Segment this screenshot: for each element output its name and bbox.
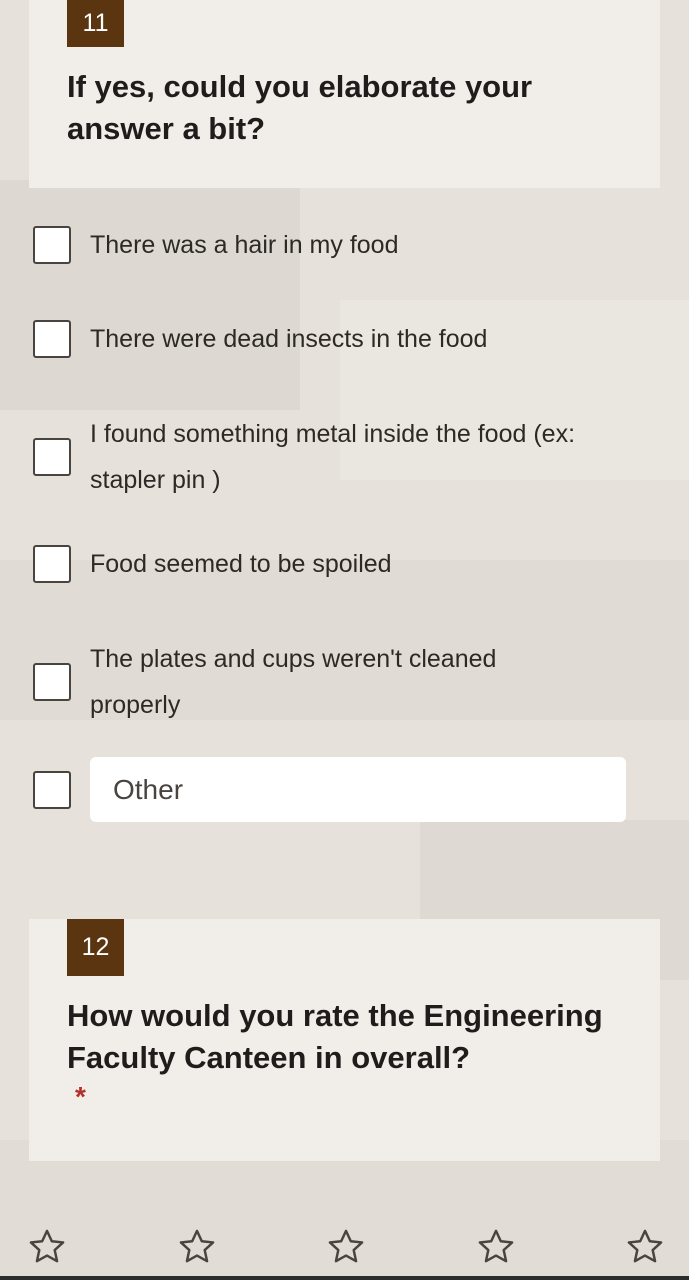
star-icon[interactable] — [325, 1226, 367, 1268]
checkbox[interactable] — [33, 663, 71, 701]
option-label: The plates and cups weren't cleaned prop… — [90, 645, 497, 719]
checkbox[interactable] — [33, 545, 71, 583]
checkbox[interactable] — [33, 320, 71, 358]
option-label: There were dead insects in the food — [90, 325, 488, 353]
option-label: I found something metal inside the food … — [90, 420, 576, 494]
star-icon[interactable] — [475, 1226, 517, 1268]
question-number-badge: 11 — [67, 0, 124, 47]
required-asterisk: * — [75, 1081, 86, 1112]
option-dead-insects[interactable]: There were dead insects in the food — [33, 316, 649, 362]
question-number-badge: 12 — [67, 919, 124, 976]
option-label: There was a hair in my food — [90, 231, 399, 259]
other-text-input[interactable] — [90, 757, 626, 822]
option-plates-cups[interactable]: The plates and cups weren't cleaned prop… — [33, 636, 649, 728]
checkbox[interactable] — [33, 438, 71, 476]
option-other[interactable] — [33, 757, 649, 822]
bottom-edge — [0, 1276, 689, 1280]
star-icon[interactable] — [26, 1226, 68, 1268]
option-metal[interactable]: I found something metal inside the food … — [33, 411, 649, 503]
question-title: If yes, could you elaborate your answer … — [67, 69, 533, 146]
option-spoiled[interactable]: Food seemed to be spoiled — [33, 541, 649, 587]
option-hair[interactable]: There was a hair in my food — [33, 222, 649, 268]
question-title: How would you rate the Engineering Facul… — [67, 998, 603, 1075]
question-card-11: 11 If yes, could you elaborate your answ… — [29, 0, 660, 188]
option-label: Food seemed to be spoiled — [90, 550, 392, 578]
checkbox[interactable] — [33, 770, 71, 809]
star-rating — [26, 1226, 666, 1268]
star-icon[interactable] — [176, 1226, 218, 1268]
checkbox[interactable] — [33, 226, 71, 264]
star-icon[interactable] — [624, 1226, 666, 1268]
